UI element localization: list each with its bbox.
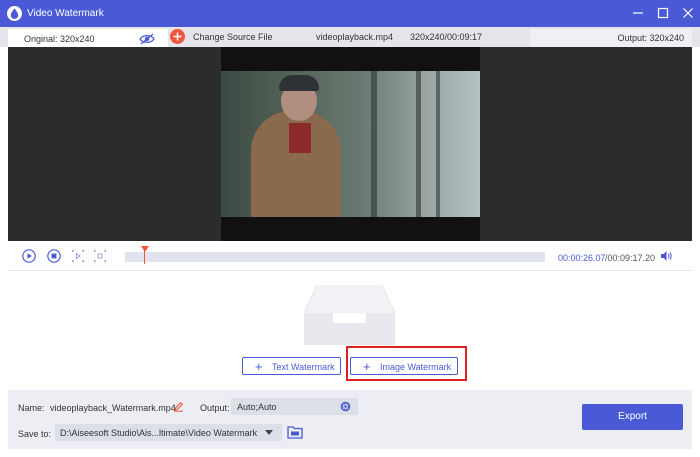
source-filename: videoplayback.mp4 [316,32,394,42]
output-settings-field[interactable]: Auto;Auto [231,398,358,415]
plus-icon: + [255,359,263,374]
save-to-label: Save to: [18,429,52,439]
minimize-button[interactable] [629,5,647,21]
output-value: Auto;Auto [237,402,277,412]
video-preview [221,47,480,241]
playhead-line [144,250,145,264]
text-watermark-button[interactable]: + Text Watermark [242,357,341,375]
save-path-value: D:\Aiseesoft Studio\Ais...ltimate\Video … [60,428,258,438]
timeline-track[interactable] [125,252,545,262]
window-title: Video Watermark [27,8,104,19]
stop-icon[interactable] [47,249,61,263]
name-label: Name: [18,403,45,413]
volume-icon[interactable] [660,250,673,262]
video-frame [221,71,480,217]
minimize-icon [633,12,643,14]
title-bar: Video Watermark [0,0,700,27]
save-path-dropdown[interactable]: D:\Aiseesoft Studio\Ais...ltimate\Video … [55,424,282,441]
play-icon[interactable] [22,249,36,263]
highlight-box [346,346,467,381]
empty-tray-icon [303,284,396,345]
output-resolution: Output: 320x240 [617,33,684,43]
output-tab: Output: 320x240 [530,29,692,47]
app-logo-icon [7,6,22,21]
output-label: Output: [200,403,230,413]
maximize-icon [657,7,669,19]
export-button[interactable]: Export [582,404,683,430]
output-filename: videoplayback_Watermark.mp4 [50,403,176,413]
edit-icon[interactable] [173,401,184,412]
current-time: 00:00:26.07 [558,253,606,263]
playhead-marker-icon[interactable] [141,246,149,252]
maximize-button[interactable] [654,5,672,21]
original-resolution: Original: 320x240 [24,34,95,44]
clip-end-icon[interactable] [93,249,107,263]
divider [8,270,692,271]
close-button[interactable] [679,5,697,21]
text-watermark-label: Text Watermark [272,362,335,372]
folder-icon[interactable] [287,425,303,439]
preview-area [8,47,692,241]
chevron-down-icon [265,430,273,435]
close-icon [683,8,693,18]
change-source-file-label: Change Source File [193,32,273,42]
gear-icon[interactable] [339,400,352,413]
source-resolution-duration: 320x240/00:09:17 [410,32,483,42]
eye-toggle-icon[interactable] [139,33,155,45]
total-time: /00:09:17.20 [605,253,656,263]
clip-start-icon[interactable] [71,249,85,263]
plus-icon [170,29,185,44]
original-tab: Original: 320x240 [8,29,168,47]
